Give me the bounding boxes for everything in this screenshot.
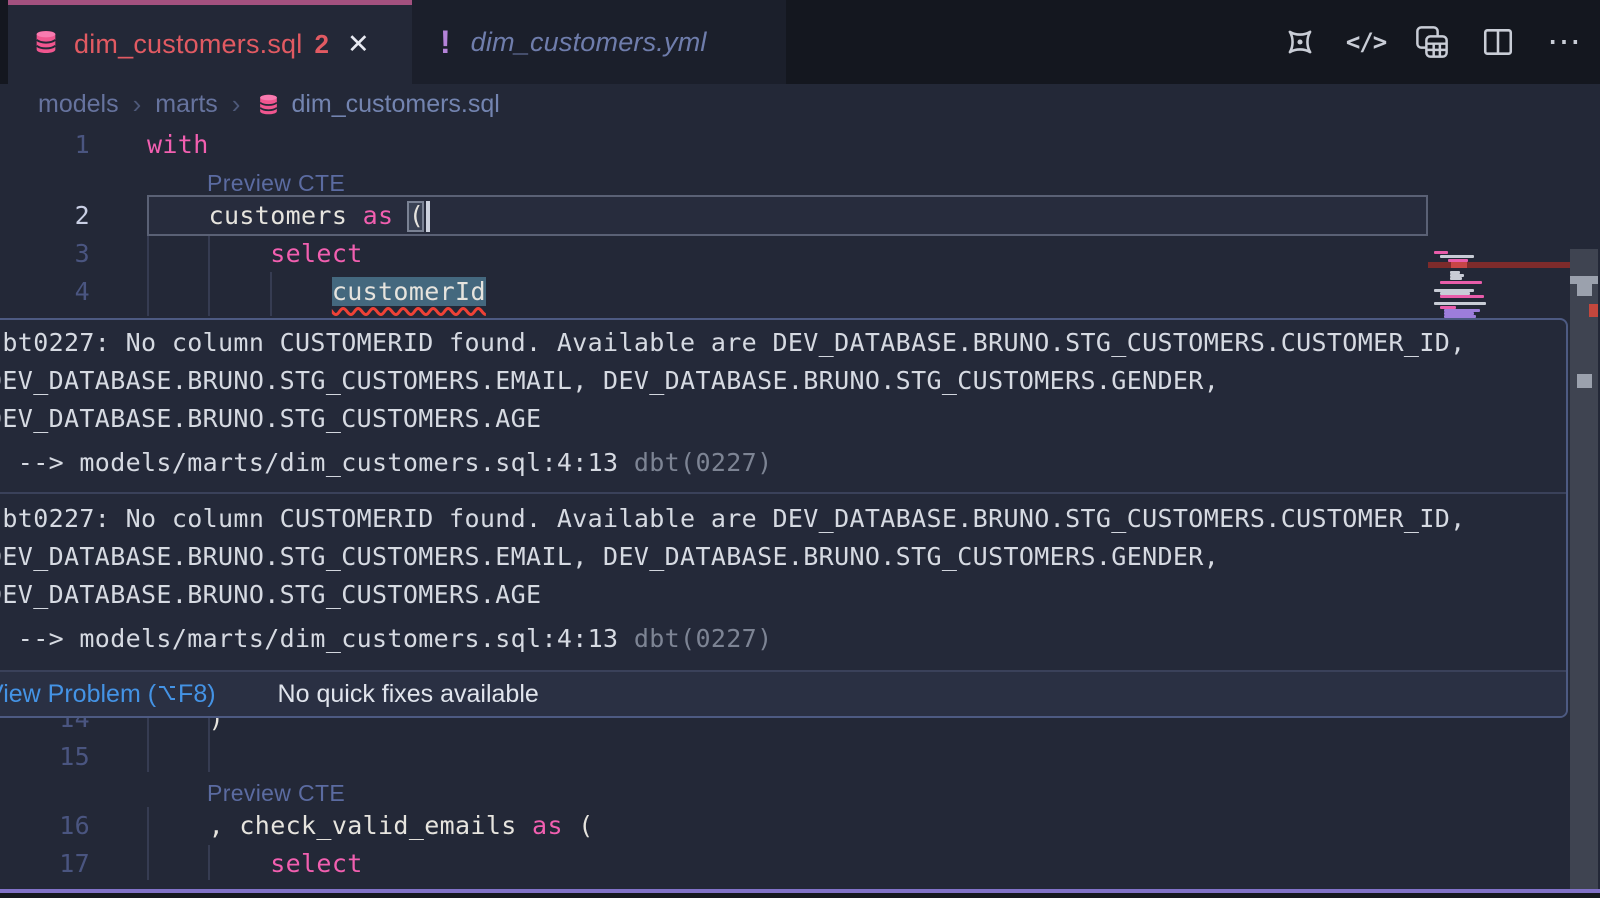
breadcrumb: models › marts › dim_customers.sql bbox=[0, 84, 1600, 124]
error-location-line: --> models/marts/dim_customers.sql:4:13 … bbox=[0, 620, 772, 658]
codelens-preview-cte[interactable]: Preview CTE bbox=[207, 776, 345, 810]
problem-hover-popup: dbt0227: No column CUSTOMERID found. Ava… bbox=[0, 318, 1568, 718]
ruler-mark bbox=[1570, 276, 1598, 284]
code-line[interactable]: 17 select bbox=[0, 845, 1428, 883]
minimap-code-bar bbox=[1440, 281, 1482, 284]
database-icon bbox=[32, 28, 60, 61]
option-key-icon bbox=[157, 681, 177, 710]
database-icon bbox=[256, 90, 281, 119]
tab-bar: dim_customers.sql 2 ✕ ! dim_customers.ym… bbox=[0, 0, 1600, 84]
error-exclamation-icon: ! bbox=[440, 24, 451, 61]
line-number: 4 bbox=[0, 273, 90, 311]
code-text: with bbox=[147, 126, 209, 164]
code-line[interactable]: 2 customers as ( bbox=[0, 197, 1428, 235]
code-line[interactable]: 15 bbox=[0, 738, 1428, 776]
line-number: 2 bbox=[0, 197, 90, 235]
code-line[interactable]: 16 , check_valid_emails as ( bbox=[0, 807, 1428, 845]
error-location-line: --> models/marts/dim_customers.sql:4:13 … bbox=[0, 444, 772, 482]
inline-code-icon[interactable]: </> bbox=[1348, 24, 1384, 60]
no-quick-fixes-label: No quick fixes available bbox=[278, 680, 539, 709]
tab-title: dim_customers.yml bbox=[471, 27, 707, 58]
error-message-line: dbt0227: No column CUSTOMERID found. Ava… bbox=[0, 324, 1466, 362]
error-source-code: dbt(0227) bbox=[618, 624, 772, 653]
minimap-error-line bbox=[1428, 262, 1570, 268]
error-word-customerid: customerId bbox=[332, 277, 486, 306]
line-number: 16 bbox=[0, 807, 90, 845]
code-text: customers as ( bbox=[147, 197, 424, 235]
minimap-code-bar bbox=[1440, 295, 1484, 298]
popup-divider bbox=[0, 492, 1568, 494]
code-text: , check_valid_emails as ( bbox=[147, 807, 594, 845]
tab-dim-customers-yml[interactable]: ! dim_customers.yml bbox=[412, 0, 786, 84]
line-number: 15 bbox=[0, 738, 90, 776]
editor-window: dim_customers.sql 2 ✕ ! dim_customers.ym… bbox=[0, 0, 1600, 898]
minimap-code-bar bbox=[1440, 255, 1474, 258]
error-message-line: DEV_DATABASE.BRUNO.STG_CUSTOMERS.AGE bbox=[0, 576, 541, 614]
minimap-code-bar bbox=[1450, 277, 1462, 280]
code-text: customerId bbox=[147, 273, 486, 311]
line-number: 17 bbox=[0, 845, 90, 883]
code-line[interactable]: 1 with bbox=[0, 126, 1428, 164]
ruler-mark bbox=[1577, 284, 1592, 296]
error-message-line: DEV_DATABASE.BRUNO.STG_CUSTOMERS.AGE bbox=[0, 400, 541, 438]
line-number: 3 bbox=[0, 235, 90, 273]
copy-table-icon[interactable] bbox=[1414, 24, 1450, 60]
line-number: 1 bbox=[0, 126, 90, 164]
error-message-line: dbt0227: No column CUSTOMERID found. Ava… bbox=[0, 500, 1466, 538]
error-message-line: DEV_DATABASE.BRUNO.STG_CUSTOMERS.EMAIL, … bbox=[0, 538, 1219, 576]
chevron-right-icon: › bbox=[232, 89, 241, 120]
close-tab-icon[interactable]: ✕ bbox=[347, 29, 370, 60]
tab-badge: 2 bbox=[314, 29, 328, 60]
error-source-code: dbt(0227) bbox=[618, 448, 772, 477]
code-line[interactable]: 3 select bbox=[0, 235, 1428, 273]
ruler-error-mark bbox=[1589, 304, 1598, 317]
scrollbar-overview-ruler[interactable] bbox=[1570, 249, 1598, 898]
breadcrumb-file[interactable]: dim_customers.sql bbox=[291, 90, 499, 119]
breadcrumb-models[interactable]: models bbox=[38, 90, 119, 119]
chevron-right-icon: › bbox=[133, 89, 142, 120]
minimap-code-bar bbox=[1434, 251, 1448, 254]
dbt-power-user-icon[interactable] bbox=[1275, 17, 1326, 68]
ruler-mark bbox=[1577, 374, 1592, 388]
minimap-code-bar bbox=[1448, 259, 1468, 262]
error-message-line: DEV_DATABASE.BRUNO.STG_CUSTOMERS.EMAIL, … bbox=[0, 362, 1219, 400]
view-problem-link[interactable]: View Problem (F8) bbox=[0, 679, 216, 710]
code-line[interactable]: 4 customerId bbox=[0, 273, 1428, 311]
breadcrumb-marts[interactable]: marts bbox=[155, 90, 218, 119]
bottom-edge bbox=[0, 893, 1600, 898]
tab-title: dim_customers.sql bbox=[74, 29, 302, 60]
split-editor-icon[interactable] bbox=[1480, 24, 1516, 60]
code-text: select bbox=[147, 235, 363, 273]
text-cursor bbox=[426, 201, 430, 232]
popup-footer: View Problem (F8) No quick fixes availab… bbox=[0, 670, 1568, 716]
more-actions-icon[interactable]: ⋯ bbox=[1546, 24, 1582, 60]
code-text: select bbox=[147, 845, 363, 883]
minimap-code-bar bbox=[1434, 302, 1486, 305]
editor-actions: </> ⋯ bbox=[1282, 0, 1582, 84]
tab-dim-customers-sql[interactable]: dim_customers.sql 2 ✕ bbox=[8, 0, 412, 84]
